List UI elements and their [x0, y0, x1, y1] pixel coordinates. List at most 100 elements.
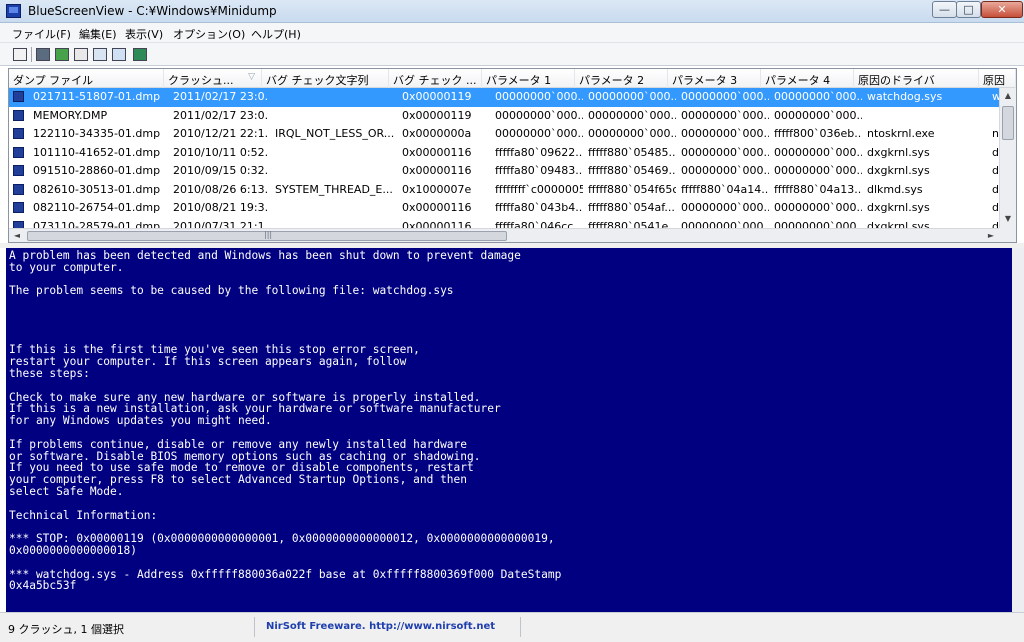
- table-row[interactable]: 082610-30513-01.dmp 2010/08/26 6:13... SYS…: [9, 181, 999, 200]
- scroll-down-icon[interactable]: ▼: [1000, 211, 1016, 227]
- cell-dump-file: 021711-51807-01.dmp: [33, 90, 161, 103]
- menu-file[interactable]: ファイル(F): [12, 26, 71, 42]
- list-vertical-scroll-thumb[interactable]: [1002, 106, 1014, 140]
- column-bug-check-string[interactable]: バグ チェック文字列: [262, 69, 389, 88]
- column-parameter-2[interactable]: パラメータ 2: [575, 69, 668, 88]
- cell-caused-by-address: dlkr: [992, 182, 999, 196]
- list-horizontal-scroll-thumb[interactable]: |||: [27, 230, 507, 241]
- preview-vertical-scrollbar[interactable]: [1012, 248, 1024, 612]
- list-vertical-scrollbar[interactable]: ▲ ▼: [999, 88, 1016, 228]
- save-icon[interactable]: [34, 46, 52, 63]
- table-row[interactable]: 021711-51807-01.dmp 2011/02/17 23:0... 0x0…: [9, 88, 999, 107]
- cell-crash-time: 2010/10/11 0:52...: [173, 145, 267, 159]
- cell-dump-file: 122110-34335-01.dmp: [33, 127, 161, 140]
- cell-parameter-4: 00000000`000...: [774, 90, 862, 103]
- cell-parameter-4: 00000000`000...: [774, 108, 862, 122]
- cell-parameter-3: 00000000`000...: [681, 164, 769, 177]
- cell-dump-file: 091510-28860-01.dmp: [33, 164, 161, 177]
- cell-caused-by-driver: dxgkrnl.sys: [867, 164, 930, 177]
- menu-options[interactable]: オプション(O): [173, 26, 245, 42]
- cell-parameter-1: fffffa80`09483...: [495, 164, 583, 177]
- table-row[interactable]: 082110-26754-01.dmp 2010/08/21 19:3... 0x0…: [9, 199, 999, 218]
- dump-file-icon: [13, 202, 24, 213]
- menu-view[interactable]: 表示(V): [125, 26, 163, 42]
- cell-parameter-4: 00000000`000...: [774, 145, 862, 159]
- cell-dump-file: 082110-26754-01.dmp: [33, 201, 161, 214]
- cell-caused-by-driver: dxgkrnl.sys: [867, 145, 930, 159]
- html-report-icon[interactable]: [91, 46, 109, 63]
- cell-crash-time: 2010/09/15 0:32...: [173, 164, 267, 177]
- cell-crash-time: 2010/12/21 22:1...: [173, 127, 267, 140]
- column-parameter-1[interactable]: パラメータ 1: [482, 69, 575, 88]
- table-row[interactable]: 091510-28860-01.dmp 2010/09/15 0:32... 0x0…: [9, 162, 999, 181]
- column-crash-time[interactable]: クラッシュ... ▽: [164, 69, 262, 88]
- table-row[interactable]: 073110-28579-01.dmp 2010/07/31 21:1... 0x0…: [9, 218, 999, 229]
- column-caused-by-address[interactable]: 原因: [979, 69, 1016, 88]
- crash-list[interactable]: ダンプ ファイル クラッシュ... ▽ バグ チェック文字列 バグ チェック ..…: [8, 68, 1017, 243]
- cell-parameter-4: 00000000`000...: [774, 201, 862, 214]
- cell-bug-check-code: 0x00000116: [402, 164, 472, 177]
- cell-parameter-3: 00000000`000...: [681, 201, 769, 214]
- column-dump-file[interactable]: ダンプ ファイル: [9, 69, 164, 88]
- refresh-icon[interactable]: [53, 46, 71, 63]
- properties-icon[interactable]: [11, 46, 29, 63]
- exit-icon[interactable]: [131, 46, 149, 63]
- cell-caused-by-address: ntos: [992, 127, 999, 140]
- cell-parameter-3: 00000000`000...: [681, 108, 769, 122]
- sort-down-icon: ▽: [248, 72, 255, 82]
- cell-crash-time: 2010/08/26 6:13...: [173, 182, 267, 196]
- cell-parameter-2: 00000000`000...: [588, 108, 676, 122]
- cell-caused-by-driver: dxgkrnl.sys: [867, 201, 930, 214]
- column-parameter-4[interactable]: パラメータ 4: [761, 69, 854, 88]
- dump-file-icon: [13, 128, 24, 139]
- list-horizontal-scrollbar[interactable]: ◄ ||| ►: [9, 228, 999, 242]
- cell-parameter-4: fffff880`04a13...: [774, 182, 862, 196]
- cell-caused-by-address: dxg: [992, 219, 999, 229]
- cell-bug-check-code: 0x00000116: [402, 219, 472, 229]
- cell-parameter-3: fffff880`04a14...: [681, 182, 769, 196]
- scroll-right-icon[interactable]: ►: [983, 229, 999, 242]
- cell-parameter-1: 00000000`000...: [495, 90, 583, 103]
- menu-edit[interactable]: 編集(E): [79, 26, 117, 42]
- cell-dump-file: MEMORY.DMP: [33, 108, 108, 122]
- cell-caused-by-driver: dlkmd.sys: [867, 182, 923, 196]
- table-row[interactable]: MEMORY.DMP 2011/02/17 23:0... 0x00000119 00…: [9, 107, 999, 126]
- cell-bug-check-string: SYSTEM_THREAD_E...: [275, 182, 393, 196]
- table-row[interactable]: 101110-41652-01.dmp 2010/10/11 0:52... 0x0…: [9, 144, 999, 163]
- minimize-button[interactable]: —: [932, 1, 957, 18]
- status-bar: 9 クラッシュ, 1 個選択 NirSoft Freeware. http://…: [0, 612, 1024, 642]
- column-caused-by-driver[interactable]: 原因のドライバ: [854, 69, 979, 88]
- cell-parameter-1: 00000000`000...: [495, 108, 583, 122]
- cell-dump-file: 082610-30513-01.dmp: [33, 182, 161, 196]
- column-bug-check-code[interactable]: バグ チェック ...: [389, 69, 482, 88]
- close-button[interactable]: ✕: [981, 1, 1023, 18]
- scroll-grip-icon: |||: [264, 230, 273, 239]
- cell-crash-time: 2011/02/17 23:0...: [173, 90, 267, 103]
- table-row[interactable]: 122110-34335-01.dmp 2010/12/21 22:1... IRQ…: [9, 125, 999, 144]
- cell-parameter-4: fffff800`036eb...: [774, 127, 862, 140]
- cell-crash-time: 2010/07/31 21:1...: [173, 219, 267, 229]
- cell-bug-check-string: IRQL_NOT_LESS_OR...: [275, 127, 395, 140]
- toolbar: [0, 43, 1024, 66]
- dump-file-icon: [13, 220, 24, 228]
- maximize-button[interactable]: □: [956, 1, 981, 18]
- cell-parameter-1: 00000000`000...: [495, 127, 583, 140]
- scroll-up-icon[interactable]: ▲: [1000, 88, 1016, 104]
- cell-crash-time: 2011/02/17 23:0...: [173, 108, 267, 122]
- cell-parameter-1: fffffa80`046cc...: [495, 219, 583, 229]
- cell-parameter-2: 00000000`000...: [588, 90, 676, 103]
- cell-parameter-2: fffff880`054af...: [588, 201, 675, 214]
- nirsoft-link[interactable]: NirSoft Freeware. http://www.nirsoft.net: [266, 621, 495, 632]
- cell-caused-by-driver: dxgkrnl.sys: [867, 219, 930, 229]
- status-separator: [520, 617, 521, 637]
- menu-help[interactable]: ヘルプ(H): [251, 26, 301, 42]
- copy-icon[interactable]: [72, 46, 90, 63]
- scroll-left-icon[interactable]: ◄: [9, 229, 25, 242]
- cell-parameter-3: 00000000`000...: [681, 145, 769, 159]
- find-icon[interactable]: [110, 46, 128, 63]
- cell-bug-check-code: 0x00000119: [402, 90, 472, 103]
- cell-caused-by-driver: watchdog.sys: [867, 90, 943, 103]
- column-parameter-3[interactable]: パラメータ 3: [668, 69, 761, 88]
- blue-screen-preview: A problem has been detected and Windows …: [6, 248, 1012, 612]
- dump-file-icon: [13, 91, 24, 102]
